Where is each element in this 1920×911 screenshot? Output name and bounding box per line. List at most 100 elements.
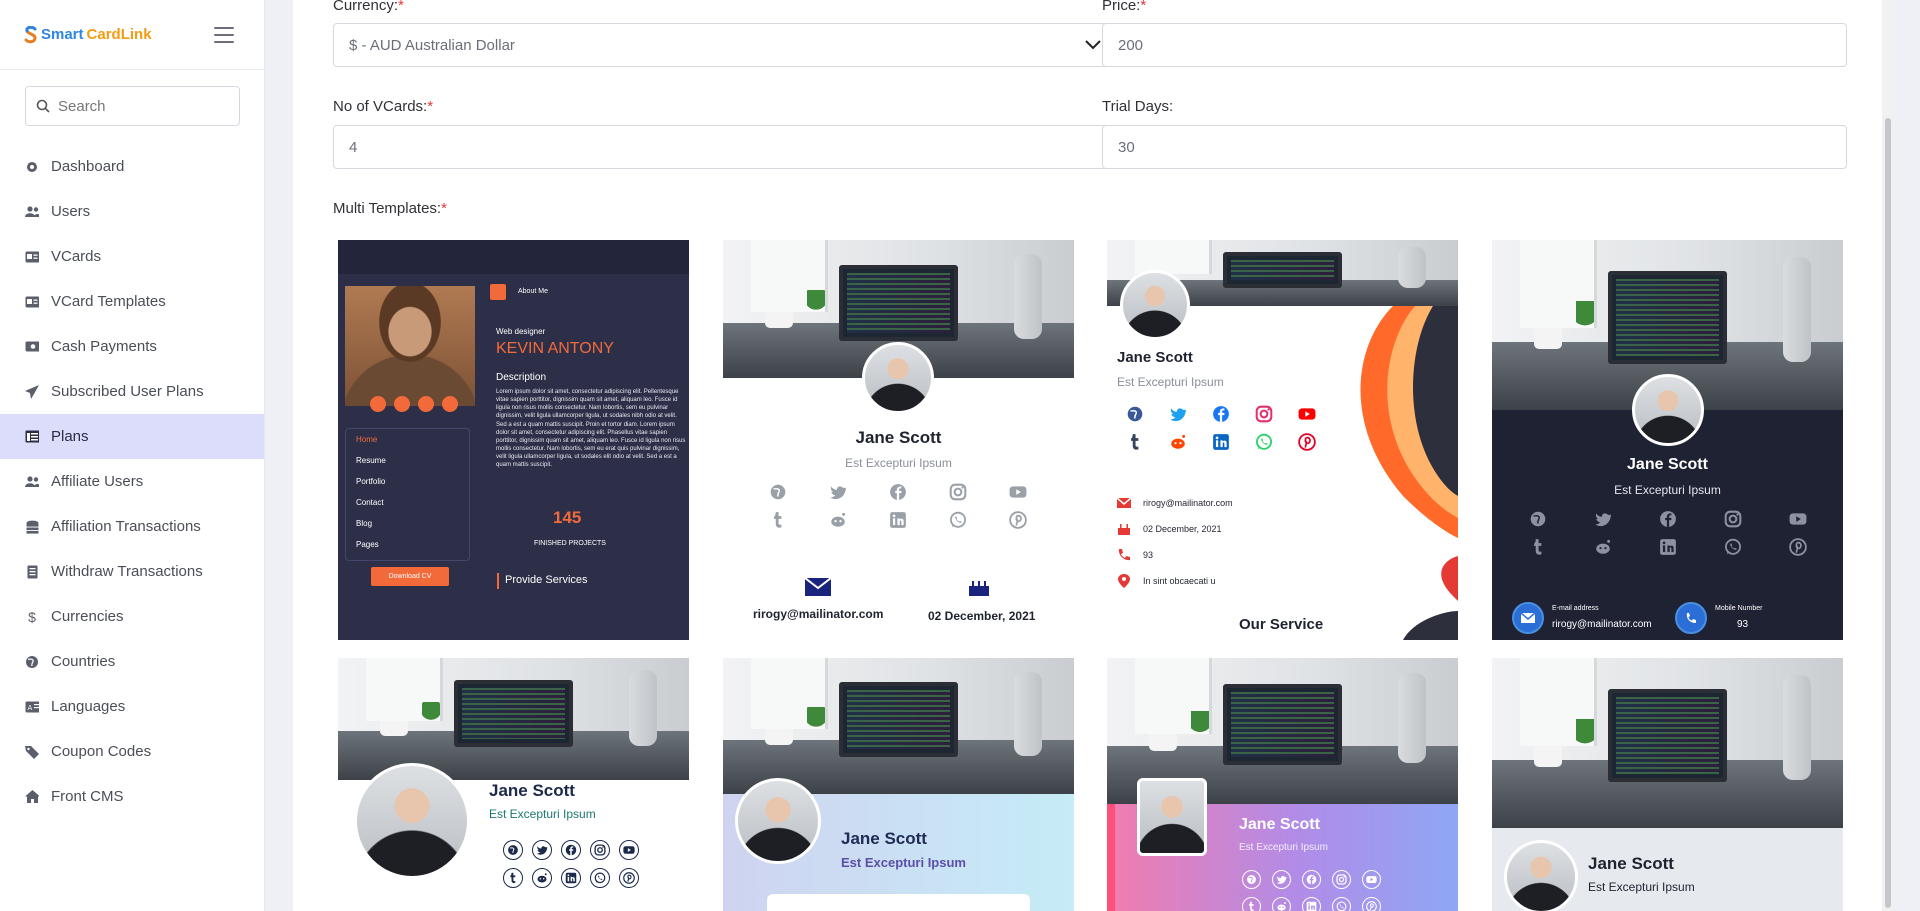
- sidebar-item-label: Front CMS: [51, 788, 124, 805]
- template4-phone: 93: [1737, 619, 1749, 630]
- instagram-icon: [1332, 870, 1351, 889]
- sidebar-item-plans[interactable]: Plans: [0, 414, 264, 459]
- template1-topbar: [338, 240, 689, 274]
- pinterest-icon: [619, 868, 639, 888]
- template1-download-button: Download CV: [371, 567, 449, 586]
- instagram-icon: [590, 840, 610, 860]
- sidebar-item-label: VCard Templates: [51, 293, 166, 310]
- sidebar-item-subscribed-user-plans[interactable]: Subscribed User Plans: [0, 369, 264, 414]
- sidebar-item-languages[interactable]: A Languages: [0, 684, 264, 729]
- phone-icon: [1675, 602, 1707, 634]
- template3-decor-shape: [1360, 306, 1458, 640]
- template1-photo: [345, 286, 475, 406]
- template1-description-title: Description: [496, 372, 547, 383]
- template-card-2[interactable]: Jane Scott Est Excepturi Ipsum rirogy@ma…: [723, 240, 1074, 640]
- tumblr-icon: [503, 868, 523, 888]
- template2-avatar: [862, 342, 934, 414]
- chevron-down-icon: [1085, 40, 1101, 50]
- price-input[interactable]: 200: [1102, 23, 1847, 67]
- template7-social-icons: [1242, 870, 1392, 911]
- app-logo[interactable]: Smart CardLink: [24, 25, 152, 44]
- sidebar-item-coupon-codes[interactable]: Coupon Codes: [0, 729, 264, 774]
- template2-email: rirogy@mailinator.com: [753, 607, 884, 621]
- template1-count: 145: [553, 508, 582, 527]
- pinterest-icon: [988, 511, 1048, 529]
- sidebar-item-vcards[interactable]: VCards: [0, 234, 264, 279]
- globe-icon: [1506, 510, 1571, 528]
- template7-name: Jane Scott: [1239, 816, 1320, 833]
- dollar-icon: $: [28, 608, 36, 625]
- template7-avatar: [1137, 778, 1207, 856]
- tumblr-icon: [748, 511, 808, 529]
- template-card-8[interactable]: Jane Scott Est Excepturi Ipsum: [1492, 658, 1843, 911]
- template1-menu-item: Contact: [356, 498, 384, 507]
- vcard-icon: [25, 250, 39, 264]
- cash-icon: [25, 340, 39, 354]
- scrollbar-thumb[interactable]: [1885, 118, 1891, 908]
- template-card-7[interactable]: Jane Scott Est Excepturi Ipsum: [1107, 658, 1458, 911]
- template-card-4[interactable]: Jane Scott Est Excepturi Ipsum E-mail ad…: [1492, 240, 1843, 640]
- sidebar-item-affiliation-transactions[interactable]: Affiliation Transactions: [0, 504, 264, 549]
- tumblr-icon: [1506, 538, 1571, 556]
- sidebar-item-users[interactable]: Users: [0, 189, 264, 234]
- sidebar-item-countries[interactable]: Countries: [0, 639, 264, 684]
- sidebar-item-cash-payments[interactable]: Cash Payments: [0, 324, 264, 369]
- youtube-icon: [1765, 510, 1830, 528]
- template1-about: About Me: [518, 288, 548, 295]
- facebook-icon: [1636, 510, 1701, 528]
- template8-cover-photo: [1492, 658, 1843, 828]
- template6-avatar: [735, 778, 821, 864]
- sidebar-search: [25, 86, 240, 126]
- template4-social-icons: [1506, 510, 1830, 556]
- globe-icon: [1242, 870, 1261, 889]
- reddit-icon: [1272, 897, 1291, 911]
- template-card-5[interactable]: Jane Scott Est Excepturi Ipsum: [338, 658, 689, 911]
- users-icon: [25, 475, 39, 489]
- template-card-3[interactable]: Jane Scott Est Excepturi Ipsum rirogy@ma…: [1107, 240, 1458, 640]
- template2-social-icons: [748, 483, 1048, 529]
- sidebar-item-label: Plans: [51, 428, 89, 445]
- search-input[interactable]: [58, 97, 229, 115]
- template5-social-icons: [503, 840, 648, 888]
- pinterest-icon: [1362, 897, 1381, 911]
- page-scrollbar[interactable]: [1882, 0, 1894, 911]
- template5-cover-photo: [338, 658, 689, 780]
- sidebar-item-front-cms[interactable]: Front CMS: [0, 774, 264, 819]
- linkedin-icon: [1302, 897, 1321, 911]
- menu-toggle-icon[interactable]: [214, 26, 234, 43]
- template-card-1[interactable]: Home Resume Portfolio Contact Blog Pages…: [338, 240, 689, 640]
- sidebar-item-dashboard[interactable]: Dashboard: [0, 144, 264, 189]
- multi-templates-label: Multi Templates:*: [333, 200, 447, 217]
- pinterest-icon: [1286, 433, 1329, 451]
- whatsapp-icon: [1332, 897, 1351, 911]
- template1-count-label: FINISHED PROJECTS: [534, 540, 606, 547]
- sidebar-item-affiliate-users[interactable]: Affiliate Users: [0, 459, 264, 504]
- template4-email-label: E-mail address: [1552, 605, 1599, 612]
- instagram-icon: [1700, 510, 1765, 528]
- sidebar-item-vcard-templates[interactable]: VCard Templates: [0, 279, 264, 324]
- linkedin-icon: [1636, 538, 1701, 556]
- trial-days-input[interactable]: 30: [1102, 125, 1847, 169]
- plan-form: Currency:* $ - AUD Australian Dollar Pri…: [293, 0, 1894, 911]
- sidebar-item-label: Affiliation Transactions: [51, 518, 201, 535]
- sidebar-item-label: Affiliate Users: [51, 473, 144, 490]
- vcards-input[interactable]: 4: [333, 125, 1117, 169]
- template3-social-icons: [1113, 405, 1329, 451]
- template4-name: Jane Scott: [1627, 456, 1708, 473]
- template5-avatar: [354, 763, 470, 879]
- template1-menu-item: Resume: [356, 456, 386, 465]
- mail-icon: [1512, 602, 1544, 634]
- template3-service-title: Our Service: [1239, 616, 1324, 633]
- sidebar-item-label: VCards: [51, 248, 102, 265]
- sidebar-item-currencies[interactable]: $ Currencies: [0, 594, 264, 639]
- template3-email: rirogy@mailinator.com: [1143, 498, 1233, 508]
- language-icon: A: [25, 700, 39, 714]
- template2-name: Jane Scott: [855, 428, 942, 447]
- template8-subtitle: Est Excepturi Ipsum: [1588, 880, 1695, 894]
- dashboard-icon: [25, 160, 39, 174]
- currency-select[interactable]: $ - AUD Australian Dollar: [333, 23, 1117, 67]
- sidebar-item-withdraw-transactions[interactable]: Withdraw Transactions: [0, 549, 264, 594]
- template1-services: Provide Services: [505, 574, 588, 586]
- template6-name: Jane Scott: [841, 829, 927, 848]
- template-card-6[interactable]: Jane Scott Est Excepturi Ipsum: [723, 658, 1074, 911]
